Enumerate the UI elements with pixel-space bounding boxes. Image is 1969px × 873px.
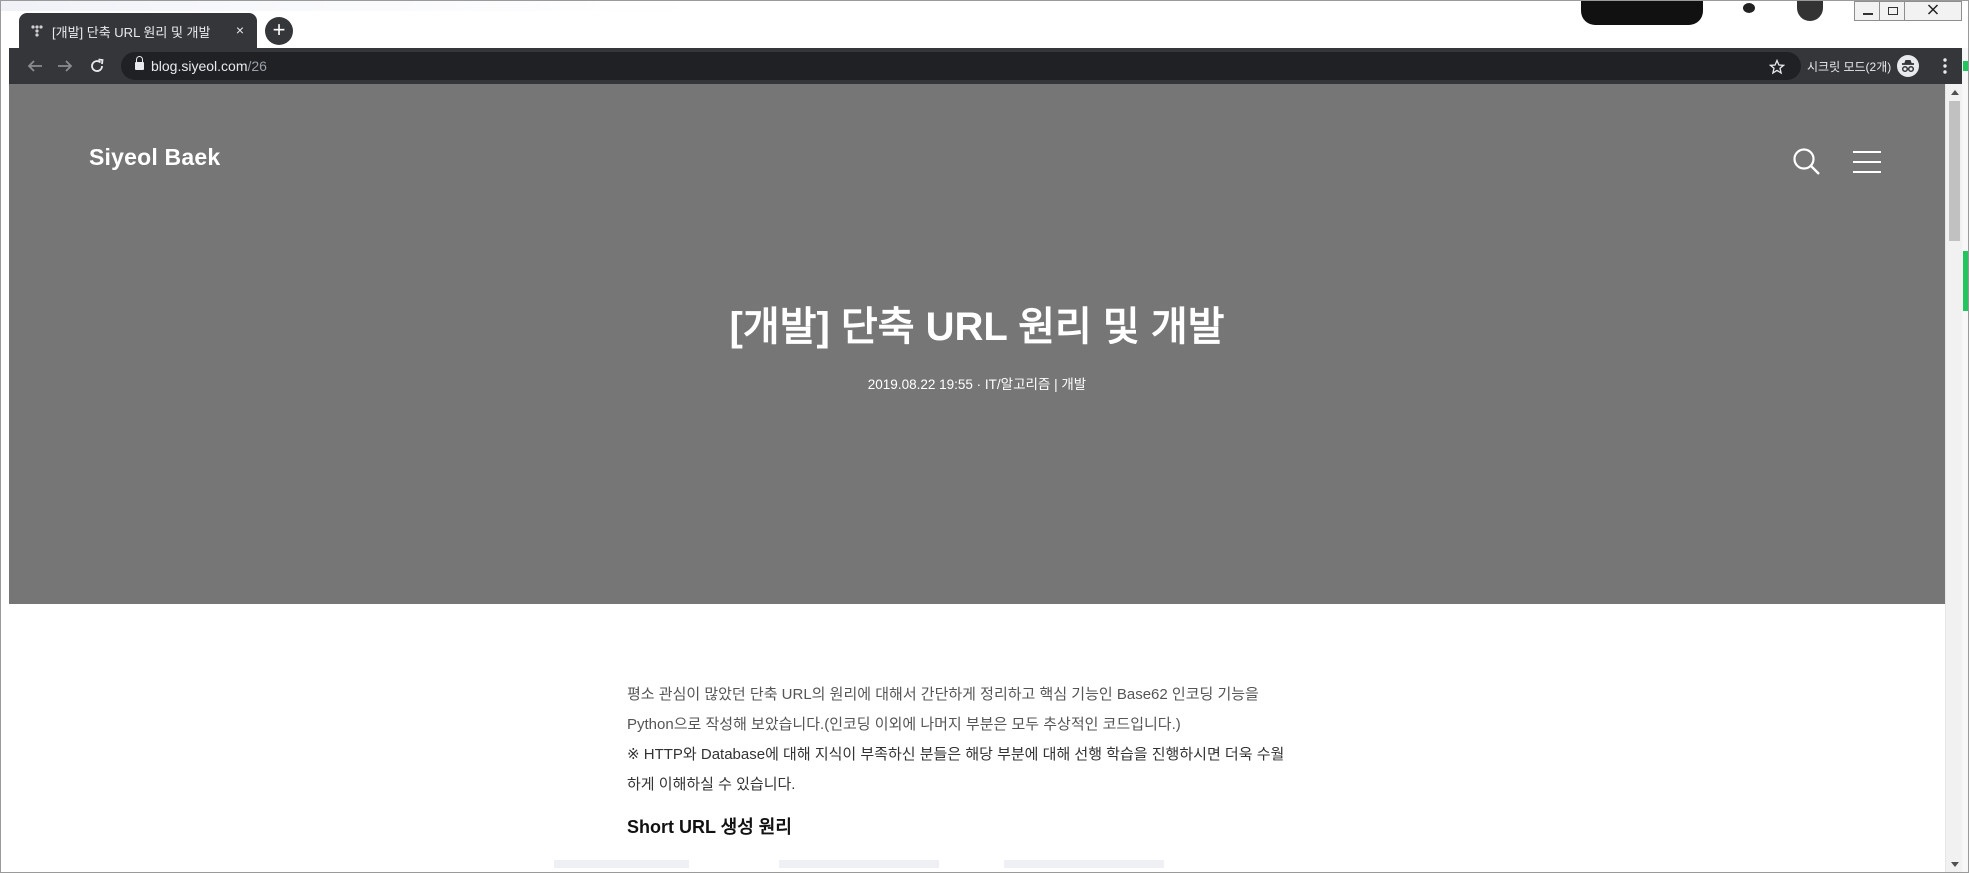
arrow-left-icon bbox=[27, 60, 42, 72]
page-scrollbar[interactable] bbox=[1945, 84, 1963, 872]
note-line: 하게 이해하실 수 있습니다. bbox=[627, 776, 796, 793]
search-button[interactable] bbox=[1789, 144, 1825, 180]
browser-toolbar: blog.siyeol.com/26 시크릿 모드(2개) bbox=[9, 48, 1968, 84]
section-heading: Short URL 생성 원리 bbox=[627, 817, 792, 837]
note-line: ※ HTTP와 Database에 대해 지식이 부족하신 분들은 해당 부분에… bbox=[627, 746, 1285, 763]
desktop-bleed bbox=[1963, 61, 1968, 71]
desktop-bleed-dot bbox=[1797, 1, 1823, 21]
desktop-bleed bbox=[1963, 251, 1968, 311]
url-text[interactable]: blog.siyeol.com/26 bbox=[151, 58, 267, 74]
maximize-button[interactable] bbox=[1879, 1, 1905, 21]
url-path: /26 bbox=[247, 58, 267, 74]
star-icon[interactable] bbox=[1768, 55, 1786, 80]
scroll-thumb[interactable] bbox=[1949, 101, 1960, 241]
desktop-bleed-dot bbox=[1743, 3, 1755, 13]
post-hero: Siyeol Baek [개발] 단축 URL 원리 및 개발 2019.08.… bbox=[9, 84, 1945, 604]
close-icon[interactable]: × bbox=[231, 21, 249, 39]
site-title[interactable]: Siyeol Baek bbox=[89, 144, 220, 171]
window-controls bbox=[1854, 1, 1962, 21]
maximize-icon bbox=[1888, 7, 1898, 15]
post-title: [개발] 단축 URL 원리 및 개발 bbox=[729, 305, 1225, 349]
arrow-right-icon bbox=[58, 60, 73, 72]
scroll-up-icon[interactable] bbox=[1946, 84, 1963, 101]
post-date: 2019.08.22 19:55 bbox=[867, 377, 973, 392]
reload-button[interactable] bbox=[84, 53, 110, 79]
window-edge bbox=[1962, 48, 1968, 872]
close-window-button[interactable] bbox=[1904, 1, 1962, 21]
note-paragraph: ※ HTTP와 Database에 대해 지식이 부족하신 분들은 해당 부분에… bbox=[627, 740, 1347, 800]
search-icon bbox=[1793, 148, 1820, 175]
incognito-label[interactable]: 시크릿 모드(2개) bbox=[1807, 58, 1891, 75]
back-button[interactable] bbox=[22, 53, 48, 79]
faint-content bbox=[779, 860, 939, 868]
tab-strip: [개발] 단축 URL 원리 및 개발 × + bbox=[1, 1, 1968, 48]
minimize-button[interactable] bbox=[1854, 1, 1880, 21]
faint-content bbox=[554, 860, 689, 868]
menu-button[interactable] bbox=[1849, 144, 1885, 180]
close-window-icon bbox=[1927, 4, 1939, 18]
minimize-icon bbox=[1863, 13, 1873, 15]
post-body: 평소 관심이 많았던 단축 URL의 원리에 대해서 간단하게 정리하고 핵심 … bbox=[627, 680, 1347, 842]
kebab-menu-icon[interactable] bbox=[1935, 53, 1955, 79]
tab-title: [개발] 단축 URL 원리 및 개발 bbox=[52, 25, 211, 40]
faint-content bbox=[1004, 860, 1164, 868]
incognito-icon[interactable] bbox=[1897, 55, 1919, 77]
tab-active[interactable]: [개발] 단축 URL 원리 및 개발 × bbox=[19, 13, 257, 48]
scroll-down-icon[interactable] bbox=[1946, 856, 1963, 872]
lock-icon[interactable] bbox=[135, 56, 144, 71]
desktop-bleed bbox=[1, 1, 701, 11]
url-host: blog.siyeol.com bbox=[151, 58, 248, 74]
address-bar[interactable]: blog.siyeol.com/26 bbox=[121, 52, 1801, 80]
post-meta: 2019.08.22 19:55 · IT/알고리즘 | 개발 bbox=[9, 373, 1945, 393]
new-tab-button[interactable]: + bbox=[265, 17, 293, 45]
post-category[interactable]: IT/알고리즘 | 개발 bbox=[985, 377, 1086, 392]
page-viewport[interactable]: Siyeol Baek [개발] 단축 URL 원리 및 개발 2019.08.… bbox=[9, 84, 1945, 872]
forward-button[interactable] bbox=[52, 53, 78, 79]
reload-icon bbox=[91, 58, 104, 72]
intro-line: 평소 관심이 많았던 단축 URL의 원리에 대해서 간단하게 정리하고 핵심 … bbox=[627, 686, 1259, 703]
intro-line: Python으로 작성해 보았습니다.(인코딩 이외에 나머지 부분은 모두 추… bbox=[627, 716, 1181, 733]
browser-window: [개발] 단축 URL 원리 및 개발 × + blog.siyeol.com/… bbox=[0, 0, 1969, 873]
desktop-bleed-pill bbox=[1581, 1, 1703, 25]
hamburger-icon bbox=[1853, 151, 1881, 173]
tistory-icon bbox=[30, 24, 44, 38]
meta-separator: · bbox=[976, 377, 982, 392]
intro-paragraph: 평소 관심이 많았던 단축 URL의 원리에 대해서 간단하게 정리하고 핵심 … bbox=[627, 680, 1347, 740]
